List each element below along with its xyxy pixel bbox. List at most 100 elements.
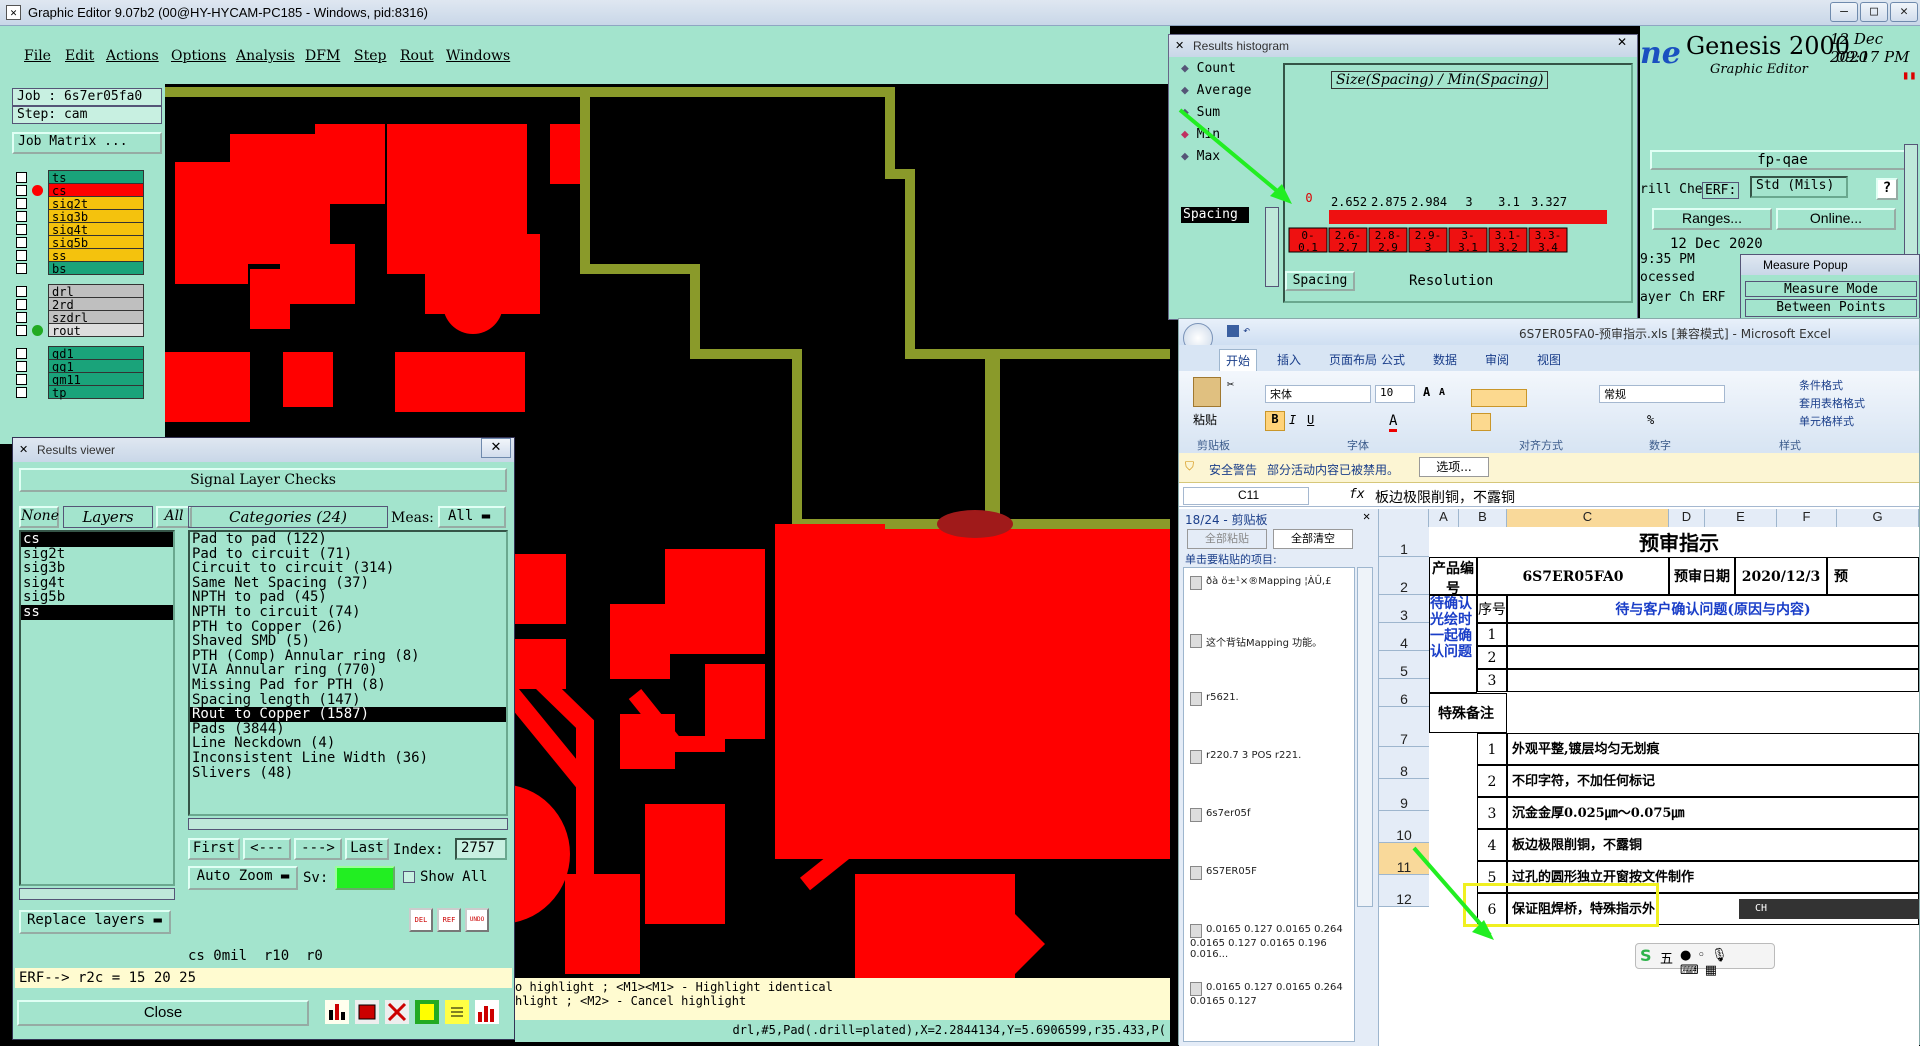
lang-bar[interactable]: CH	[1739, 899, 1919, 919]
clear-all-button[interactable]: 全部清空	[1273, 529, 1353, 549]
paste-label[interactable]: 粘贴	[1193, 411, 1217, 428]
ribbon-tab[interactable]: 页面布局	[1323, 349, 1383, 370]
layer-checkbox[interactable]	[16, 211, 27, 222]
rv-layer-item[interactable]: ss	[21, 605, 173, 620]
ribbon-tab[interactable]: 数据	[1427, 349, 1463, 370]
percent-icon[interactable]: %	[1647, 413, 1654, 427]
remark-seq-cell[interactable]: 4	[1477, 829, 1507, 861]
category-hscroll[interactable]	[188, 818, 508, 830]
layer-name[interactable]: gd1	[48, 346, 144, 361]
row-header[interactable]: 11	[1379, 843, 1429, 875]
row-header[interactable]: 9	[1379, 779, 1429, 811]
spacing-button[interactable]: Spacing	[1285, 271, 1355, 291]
confirm-text-cell[interactable]	[1507, 646, 1919, 669]
category-item[interactable]: Pad to circuit (71)	[190, 546, 506, 562]
remark-seq-cell[interactable]: 2	[1477, 765, 1507, 797]
histogram-bar[interactable]	[1329, 210, 1607, 224]
index-input[interactable]: 2757	[455, 838, 507, 860]
category-listbox[interactable]: Pad to pad (122) Pad to circuit (71) Circu…	[188, 530, 508, 816]
category-item[interactable]: Same Net Spacing (37)	[190, 576, 506, 591]
cross-icon[interactable]	[385, 1000, 409, 1024]
ribbon-tab[interactable]: 开始	[1219, 349, 1258, 371]
layer-checkbox[interactable]	[16, 172, 27, 183]
stop-icon[interactable]	[355, 1000, 379, 1024]
category-item[interactable]: NPTH to pad (45)	[190, 590, 506, 605]
layer-checkbox[interactable]	[16, 374, 27, 385]
chart-icon[interactable]	[325, 1000, 349, 1024]
layer-checkbox[interactable]	[16, 361, 27, 372]
clipboard-item[interactable]: 6S7ER05F	[1190, 866, 1350, 880]
row-header[interactable]: 10	[1379, 811, 1429, 843]
rv-layer-item[interactable]: sig4t	[21, 576, 173, 591]
row-header[interactable]: 8	[1379, 747, 1429, 779]
category-item[interactable]: Pads (3844)	[190, 722, 506, 737]
layer-name[interactable]: bs	[48, 261, 144, 276]
clipboard-close-icon[interactable]: ✕	[1363, 509, 1370, 523]
menu-options[interactable]: Options	[171, 48, 226, 64]
style-button[interactable]: 单元格样式	[1799, 413, 1854, 429]
row-header[interactable]: 4	[1379, 623, 1429, 651]
row-header[interactable]: 7	[1379, 707, 1429, 747]
rv-layer-item[interactable]: cs	[21, 532, 173, 547]
close-window-button[interactable]: ✕	[1890, 2, 1918, 22]
font-name-select[interactable]: 宋体	[1265, 385, 1371, 403]
layer-name[interactable]: cs	[48, 183, 144, 198]
layer-name[interactable]: szdrl	[48, 310, 144, 325]
confirm-seq-cell[interactable]: 1	[1477, 623, 1507, 646]
name-box[interactable]: C11	[1183, 487, 1309, 505]
formula-input[interactable]: 板边极限削铜，不露铜	[1375, 487, 1515, 507]
rv-layer-item[interactable]: sig5b	[21, 590, 173, 605]
font-color-icon[interactable]: A	[1389, 413, 1398, 432]
remark-text-cell[interactable]: 板边极限削铜，不露铜	[1507, 829, 1919, 861]
seq-label[interactable]: 序号	[1477, 595, 1507, 623]
product-value[interactable]: 6S7ER05FA0	[1477, 557, 1669, 595]
trail-cell[interactable]: 预	[1827, 557, 1919, 595]
options-button[interactable]: 选项...	[1419, 457, 1489, 477]
undo-icon[interactable]: UNDO	[465, 908, 489, 932]
layer-name[interactable]: drl	[48, 284, 144, 299]
menu-actions[interactable]: Actions	[106, 48, 159, 64]
help-button[interactable]: ?	[1876, 178, 1898, 200]
clipboard-vscroll[interactable]	[1357, 567, 1373, 907]
layer-row[interactable]: tp	[12, 385, 162, 400]
first-button[interactable]: First	[188, 838, 240, 860]
category-item[interactable]: Slivers (48)	[190, 765, 506, 781]
rv-layer-item[interactable]: sig3b	[21, 561, 173, 576]
clipboard-item[interactable]: 0.0165 0.127 0.0165 0.264 0.0165 0.127 0…	[1190, 924, 1350, 960]
layer-name[interactable]: sig5b	[48, 235, 144, 250]
grow-font-icon[interactable]: A	[1423, 385, 1430, 399]
paste-icon[interactable]	[1193, 377, 1221, 407]
histogram-icon[interactable]	[475, 1000, 499, 1024]
layer-checkbox[interactable]	[16, 348, 27, 359]
layer-name[interactable]: gm11	[48, 372, 144, 387]
clipboard-item[interactable]: r220.7 3 POS r221.	[1190, 750, 1350, 764]
ime-toolbar[interactable]: S 五 ●◦🎙⌨▦	[1635, 943, 1775, 978]
column-header[interactable]: F	[1777, 509, 1837, 527]
replace-layers-dropdown[interactable]: Replace layers ▬	[19, 910, 171, 934]
layer-checkbox[interactable]	[16, 312, 27, 323]
category-item[interactable]: Circuit to circuit (314)	[190, 561, 506, 576]
auto-zoom-dropdown[interactable]: Auto Zoom ▬	[188, 866, 298, 890]
rv-layer-item[interactable]: sig2t	[21, 546, 173, 562]
show-all-checkbox[interactable]	[403, 871, 415, 883]
select-all-corner[interactable]	[1379, 509, 1429, 527]
category-item[interactable]: Spacing length (147)	[190, 692, 506, 708]
column-header[interactable]: B	[1459, 509, 1507, 527]
online-button[interactable]: Online...	[1776, 208, 1896, 230]
fx-icon[interactable]: fx	[1349, 487, 1365, 502]
row-header[interactable]: 1	[1379, 527, 1429, 557]
ref-icon[interactable]: REF	[437, 908, 461, 932]
layer-checkbox[interactable]	[16, 237, 27, 248]
radio-sum[interactable]: ◆ Sum	[1181, 105, 1220, 120]
maximize-button[interactable]: □	[1860, 2, 1888, 22]
confirm-seq-cell[interactable]: 2	[1477, 646, 1507, 669]
undo-arrow-icon[interactable]: ↶	[1243, 323, 1250, 337]
style-button[interactable]: 套用表格格式	[1799, 395, 1865, 411]
category-item[interactable]: Missing Pad for PTH (8)	[190, 678, 506, 693]
layer-row[interactable]: rout	[12, 323, 162, 338]
row-header[interactable]: 3	[1379, 595, 1429, 623]
row-header[interactable]: 2	[1379, 557, 1429, 595]
prev-button[interactable]: <---	[243, 838, 291, 860]
confirm-header[interactable]: 待与客户确认问题(原因与内容)	[1507, 595, 1919, 623]
layer-name[interactable]: 2rd	[48, 297, 144, 312]
